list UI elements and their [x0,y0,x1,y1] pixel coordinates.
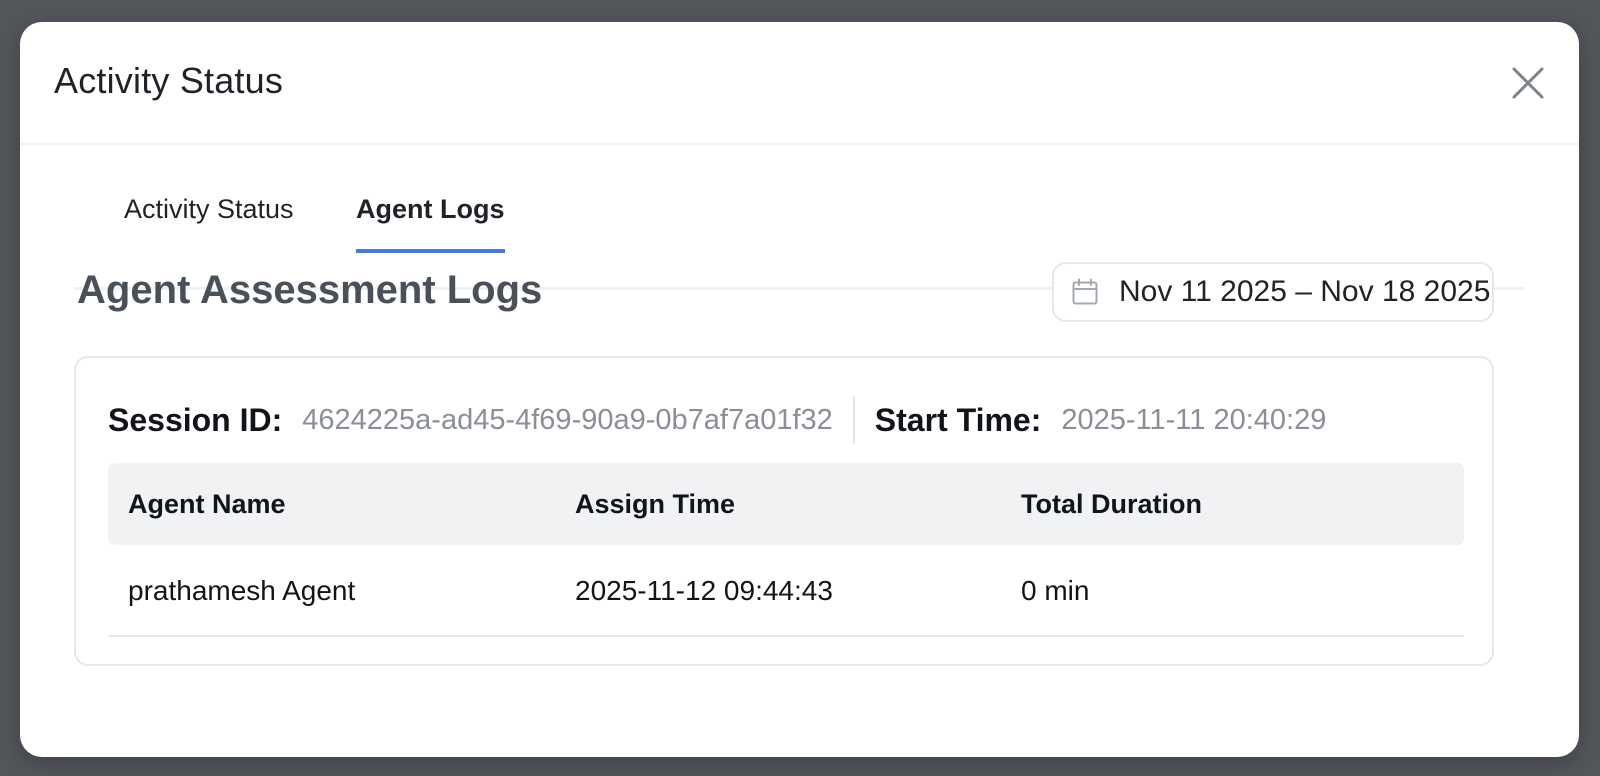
column-header-agent-name: Agent Name [128,489,286,519]
column-header-assign-time: Assign Time [575,489,736,519]
start-time-label: Start Time: [874,401,1042,438]
section-title: Agent Assessment Logs [77,268,543,312]
session-card: Session ID: 4624225a-ad45-4f69-90a9-0b7a… [74,356,1494,666]
table-header: Agent Name Assign Time Total Duration [108,463,1464,545]
session-divider [852,396,855,444]
close-button[interactable] [1510,65,1546,101]
date-range-picker[interactable]: Nov 11 2025 – Nov 18 2025 [1052,262,1494,322]
session-id-label: Session ID: [108,401,283,438]
date-range-text: Nov 11 2025 – Nov 18 2025 [1119,275,1491,308]
table-row: prathamesh Agent 2025-11-12 09:44:43 0 m… [108,545,1464,637]
column-header-total-duration: Total Duration [1021,489,1202,519]
session-id-value: 4624225a-ad45-4f69-90a9-0b7af7a01f32 [302,403,833,436]
cell-total-duration: 0 min [1021,575,1090,606]
cell-agent-name: prathamesh Agent [128,575,356,606]
modal-header: Activity Status [20,22,1579,145]
tab-agent-logs[interactable]: Agent Logs [356,194,505,253]
session-info: Session ID: 4624225a-ad45-4f69-90a9-0b7a… [108,396,1326,444]
close-icon [1512,67,1544,99]
tab-activity-status[interactable]: Activity Status [124,194,294,247]
start-time-value: 2025-11-11 20:40:29 [1061,403,1327,436]
cell-assign-time: 2025-11-12 09:44:43 [575,575,833,606]
agent-logs-table: Agent Name Assign Time Total Duration pr… [108,463,1464,637]
modal-title: Activity Status [54,60,284,101]
calendar-icon [1072,278,1098,305]
